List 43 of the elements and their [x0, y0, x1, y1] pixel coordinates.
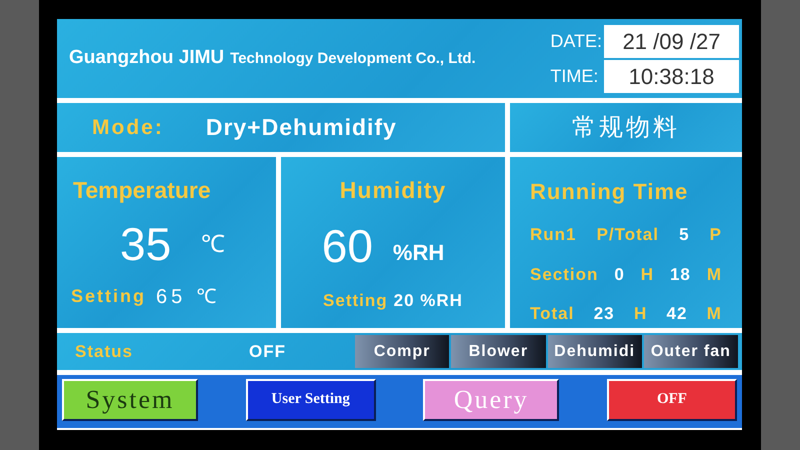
temperature-setting-value: 65	[156, 284, 186, 310]
time-label: TIME:	[550, 64, 600, 88]
time-label: H	[640, 264, 654, 286]
time-label: Section	[530, 264, 598, 286]
time-label: M	[706, 264, 722, 286]
time-value: 42	[666, 303, 688, 325]
menu-button[interactable]: System	[62, 378, 198, 420]
status-indicator: Outer fan	[644, 335, 738, 368]
time-value: 23	[594, 303, 615, 325]
time-label: Total	[530, 303, 574, 325]
time-field: 10:38:18	[604, 60, 739, 92]
humidity-title: Humidity	[340, 176, 446, 205]
status-indicator: Dehumidi	[548, 335, 642, 368]
mode-value: Dry+Dehumidify	[206, 113, 397, 142]
status-indicator: Compr	[355, 335, 450, 368]
time-value: 5	[679, 224, 690, 246]
humidity-setting-value: 20 %RH	[394, 290, 463, 312]
material-name: 常规物料	[572, 112, 680, 142]
time-label: P/Total	[596, 224, 659, 246]
humidity-value: 60	[322, 219, 373, 274]
status-indicator: Blower	[451, 335, 546, 368]
running-time-title: Running Time	[530, 178, 690, 206]
time-label: P	[710, 224, 722, 246]
temperature-value: 35	[120, 217, 172, 272]
menu-button[interactable]: OFF	[606, 378, 737, 420]
company-name: Guangzhou JIMU Technology Development Co., Ltd.	[69, 46, 477, 70]
menu-button[interactable]: User Setting	[246, 378, 376, 420]
status-value: OFF	[249, 340, 287, 363]
status-label: Status	[75, 340, 134, 363]
mode-label: Mode:	[92, 114, 164, 141]
date-field: 21 /09 /27	[604, 24, 739, 58]
time-value: 18	[670, 264, 691, 286]
time-value: 0	[614, 264, 625, 286]
time-label: H	[634, 303, 648, 325]
time-label: M	[706, 303, 722, 325]
temperature-title: Temperature	[73, 176, 212, 205]
time-label: Run1	[530, 224, 576, 246]
temperature-unit: ℃	[201, 230, 226, 260]
setting-label: Setting	[323, 290, 388, 312]
setting-label: Setting	[71, 285, 146, 308]
humidity-unit: %RH	[392, 239, 444, 267]
temperature-setting-unit: ℃	[196, 284, 216, 310]
date-label: DATE:	[550, 30, 603, 52]
